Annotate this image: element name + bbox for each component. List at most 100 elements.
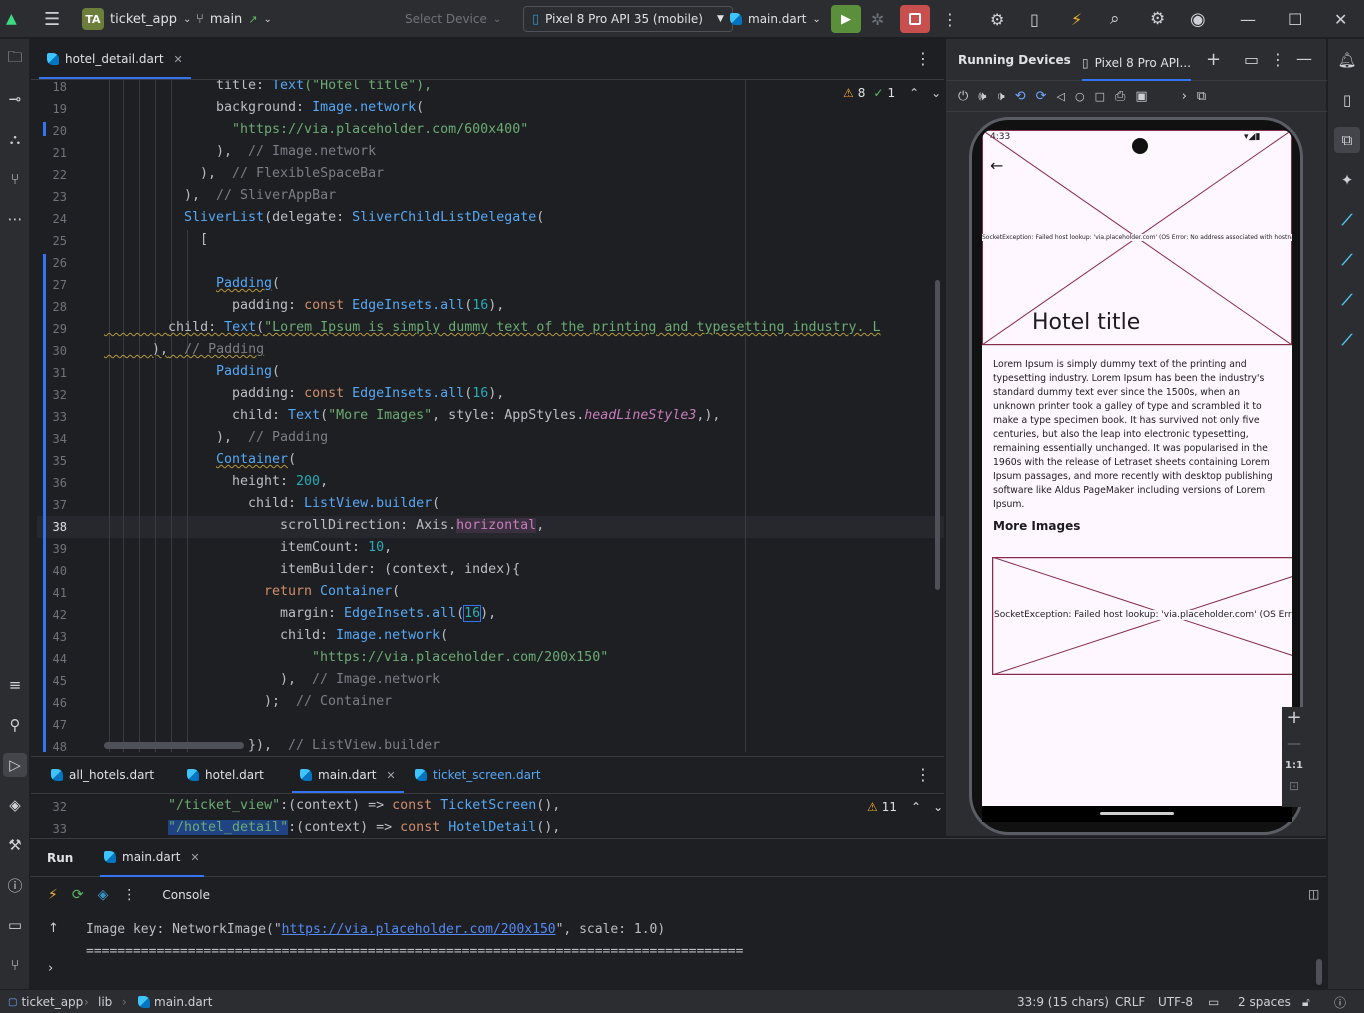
more-vertical-icon[interactable]: ⋮ <box>1270 50 1286 69</box>
hot-reload-icon[interactable]: ⚡ <box>48 887 58 903</box>
project-selector[interactable]: TA ticket_app ⌄ <box>82 0 191 38</box>
flutter-inspector-button[interactable]: ⟋ <box>1334 247 1360 273</box>
console-link[interactable]: https://via.placeholder.com/200x150 <box>282 922 556 937</box>
select-device-dropdown[interactable]: Select Device ⌄ <box>405 0 501 38</box>
app-inspection-tool-button[interactable]: ⚲ <box>3 713 27 737</box>
project-tool-button[interactable]: 🗀 <box>3 47 27 71</box>
commit-tool-button[interactable]: ⊸ <box>3 87 27 111</box>
rotate-right-icon[interactable]: ⟳ <box>1036 89 1047 104</box>
chevron-up-icon[interactable]: ⌃ <box>911 800 921 814</box>
line-separator[interactable]: CRLF <box>1115 990 1145 1013</box>
zoom-in-icon[interactable]: + <box>1286 707 1301 728</box>
editor-tab-options-button[interactable]: ⋮ <box>915 49 931 68</box>
close-window-button[interactable]: ✕ <box>1334 0 1347 38</box>
close-icon[interactable]: ✕ <box>174 53 183 66</box>
logcat-tool-button[interactable]: ≡ <box>3 673 27 697</box>
close-icon[interactable]: ✕ <box>190 851 199 864</box>
chevron-up-icon[interactable]: ⌃ <box>909 86 919 100</box>
gemini-button[interactable]: ✦ <box>1334 167 1360 193</box>
tab-all-hotels[interactable]: all_hotels.dart <box>43 757 162 793</box>
breadcrumb-file[interactable]: main.dart <box>138 990 212 1013</box>
tab-hotel[interactable]: hotel.dart <box>179 757 272 793</box>
tab-main[interactable]: main.dart ✕ <box>292 757 404 793</box>
rotate-left-icon[interactable]: ⟲ <box>1015 89 1026 104</box>
record-icon[interactable]: ▣ <box>1135 89 1147 104</box>
camera-icon[interactable]: ⎙ <box>1115 89 1125 104</box>
problems-indicator[interactable]: ⓘ <box>1334 990 1346 1013</box>
vertical-scrollbar[interactable] <box>935 280 940 590</box>
horizontal-scrollbar[interactable] <box>104 742 244 749</box>
more-vertical-icon[interactable]: ⋮ <box>122 887 136 903</box>
tab-ticket-screen[interactable]: ticket_screen.dart <box>407 757 549 793</box>
readonly-toggle[interactable]: ▭ <box>1208 990 1219 1013</box>
lower-code-editor[interactable]: 32 33 "/ticket_view":(context) => const … <box>37 796 944 836</box>
indent-setting[interactable]: 2 spaces <box>1238 990 1291 1013</box>
pull-requests-tool-button[interactable]: ⑂ <box>3 167 27 191</box>
lock-toggle[interactable]: 🔓︎ <box>1302 990 1310 1013</box>
inspection-widget[interactable]: ⚠ 8 ✓ 1 ⌃ ⌄ <box>843 86 941 100</box>
console-scrollbar[interactable] <box>1316 959 1322 985</box>
chevron-right-icon[interactable]: › <box>48 961 53 976</box>
tab-device-pixel[interactable]: ▯ Pixel 8 Pro API... <box>1082 47 1191 81</box>
flutter-outline-button[interactable]: ⟋ <box>1334 207 1360 233</box>
mirror-icon[interactable]: ⧉ <box>1197 89 1206 104</box>
flutter-performance-button[interactable]: ⟋ <box>1334 287 1360 313</box>
arrow-up-icon[interactable]: ↑ <box>48 921 59 936</box>
hot-reload-button[interactable]: ⚡ <box>1071 0 1082 38</box>
minimize-button[interactable]: — <box>1240 0 1256 38</box>
maximize-button[interactable]: ☐ <box>1288 0 1302 38</box>
settings-button[interactable]: ⚙ <box>1150 0 1165 38</box>
volume-down-icon[interactable]: 🕩 <box>997 89 1005 104</box>
problems-tool-button[interactable]: ⓘ <box>3 873 27 897</box>
back-arrow-icon[interactable]: ← <box>990 156 1003 175</box>
build-tool-button[interactable]: ⚒ <box>3 833 27 857</box>
run-config-dropdown[interactable]: main.dart ⌄ <box>730 0 821 38</box>
home-icon[interactable]: ○ <box>1075 90 1085 103</box>
breadcrumb-project[interactable]: ▢ ticket_app <box>8 990 83 1013</box>
zoom-out-icon[interactable]: — <box>1287 736 1301 752</box>
hide-panel-icon[interactable]: — <box>1296 49 1312 68</box>
run-tool-button[interactable]: ▷ <box>3 753 27 777</box>
power-icon[interactable]: ⏻ <box>958 89 968 104</box>
flutter-devtools-extensions-button[interactable]: ⟋ <box>1334 327 1360 353</box>
layout-icon[interactable]: ◫ <box>1308 887 1319 901</box>
attach-debugger-button[interactable]: ⚙ <box>990 0 1004 38</box>
stop-button[interactable] <box>900 0 930 38</box>
run-button[interactable]: ▶ <box>831 0 861 38</box>
zoom-actual-size[interactable]: 1:1 <box>1285 760 1303 771</box>
notifications-button[interactable]: 🔔︎ <box>1334 47 1360 73</box>
chevron-down-icon[interactable]: ⌄ <box>933 800 943 814</box>
back-icon[interactable]: ◁ <box>1057 90 1065 103</box>
tab-hotel-detail[interactable]: hotel_detail.dart ✕ <box>39 39 191 79</box>
running-devices-tool-button[interactable]: ⧉ <box>1334 127 1360 153</box>
console-tab[interactable]: Console <box>162 888 210 902</box>
hot-restart-icon[interactable]: ⟳ <box>72 887 84 903</box>
layout-icon[interactable]: ▭ <box>1244 50 1259 69</box>
chevron-down-icon[interactable]: ⌄ <box>931 86 941 100</box>
debug-button[interactable]: ✲ <box>871 0 884 38</box>
device-screen[interactable]: 4:33 ▾◢▮ ← SocketException: Failed host … <box>982 130 1292 806</box>
fit-screen-icon[interactable]: ⊡ <box>1289 779 1299 793</box>
account-button[interactable]: ◉ <box>1190 0 1206 38</box>
search-button[interactable]: ⌕ <box>1110 0 1120 38</box>
add-device-button[interactable]: + <box>1206 49 1221 70</box>
tab-run-main[interactable]: main.dart ✕ <box>100 839 204 877</box>
flutter-devtools-button[interactable]: ◈ <box>3 793 27 817</box>
device-manager-button[interactable]: ▯ <box>1030 0 1039 38</box>
version-control-tool-button[interactable]: ⑂ <box>3 953 27 977</box>
lower-inspection-widget[interactable]: ⚠ 11 ⌃ ⌄ <box>867 800 943 814</box>
device-dropdown[interactable]: ▯ Pixel 8 Pro API 35 (mobile) ▼ <box>523 0 733 38</box>
devtools-icon[interactable]: ◈ <box>98 887 109 903</box>
breadcrumb-lib[interactable]: lib <box>98 990 112 1013</box>
device-manager-tool-button[interactable]: ▯ <box>1334 87 1360 113</box>
overview-icon[interactable]: □ <box>1095 90 1105 103</box>
file-encoding[interactable]: UTF-8 <box>1158 990 1193 1013</box>
caret-position[interactable]: 33:9 (15 chars) <box>1017 990 1109 1013</box>
chevron-right-icon[interactable]: › <box>1182 89 1187 104</box>
more-tools-button[interactable]: ⋯ <box>3 207 27 231</box>
volume-up-icon[interactable]: 🕪 <box>978 89 986 104</box>
branch-selector[interactable]: ⑂ main ↗ ⌄ <box>196 0 272 38</box>
structure-tool-button[interactable]: ⛬ <box>3 127 27 151</box>
main-menu-button[interactable]: ☰ <box>44 0 60 38</box>
more-actions-button[interactable]: ⋮ <box>942 0 958 38</box>
